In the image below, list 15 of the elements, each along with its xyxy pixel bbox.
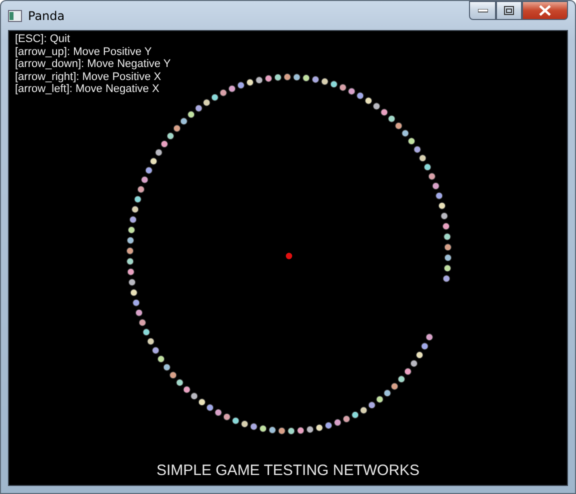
close-icon: [539, 5, 551, 16]
app-icon: [8, 8, 22, 22]
maximize-icon: [504, 6, 514, 15]
minimize-button[interactable]: [469, 1, 496, 20]
maximize-button[interactable]: [496, 1, 522, 20]
minimize-icon: [478, 8, 488, 12]
help-text: [arrow_right]: Move Positive X: [15, 70, 162, 83]
help-text: [arrow_down]: Move Negative Y: [15, 58, 171, 70]
help-text: [ESC]: Quit: [15, 33, 72, 46]
caption-text: SIMPLE GAME TESTING NETWORKS: [155, 462, 421, 479]
help-text: [arrow_up]: Move Positive Y: [15, 46, 153, 58]
help-text: [arrow_left]: Move Negative X: [15, 83, 160, 96]
player-marker: [286, 252, 292, 260]
close-button[interactable]: [522, 1, 568, 20]
window-title: Panda: [28, 8, 66, 22]
